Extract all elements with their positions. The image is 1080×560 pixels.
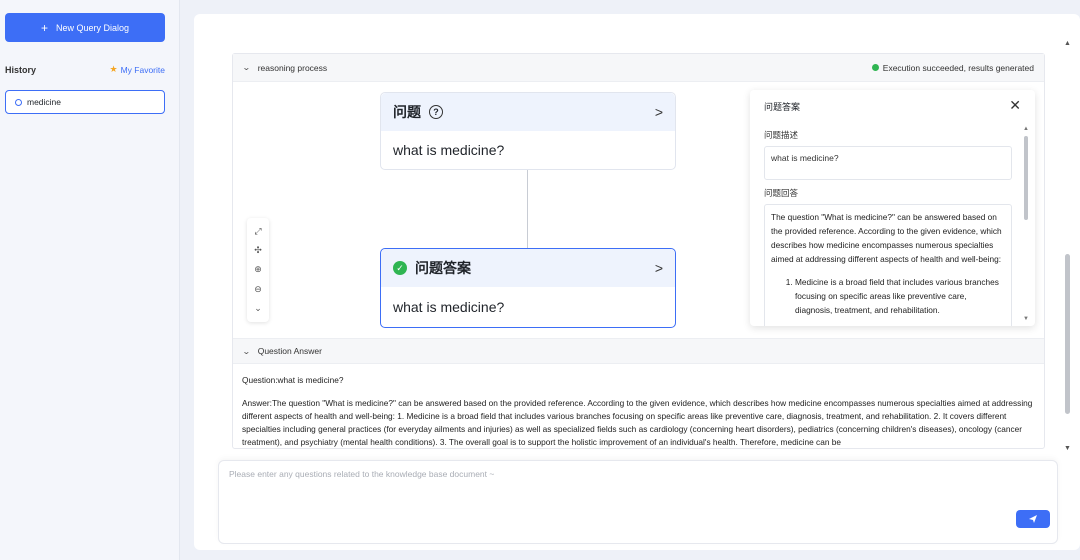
send-icon xyxy=(1029,515,1037,523)
sidebar: + New Query Dialog History ★ My Favorite… xyxy=(0,0,180,560)
question-node-title: 问题 xyxy=(393,104,421,120)
my-favorite-link[interactable]: ★ My Favorite xyxy=(110,64,165,75)
history-header: History ★ My Favorite xyxy=(5,64,165,75)
question-answer-body: Question:what is medicine? Answer:The qu… xyxy=(233,364,1044,448)
main-content: ⌄ reasoning process Execution succeeded,… xyxy=(194,14,1080,550)
chat-circle-icon xyxy=(15,98,22,106)
query-input-area xyxy=(218,460,1058,544)
answer-label: 问题回答 xyxy=(764,188,799,198)
question-mark-icon: ? xyxy=(429,105,443,119)
history-item-label: medicine xyxy=(27,97,62,107)
collapse-icon[interactable]: ⌄ xyxy=(254,303,262,313)
answer-node-title: 问题答案 xyxy=(415,260,471,276)
scroll-thumb[interactable] xyxy=(1024,136,1028,220)
chevron-down-icon[interactable]: ⌄ xyxy=(242,63,251,72)
new-query-dialog-button[interactable]: + New Query Dialog xyxy=(5,13,165,42)
scroll-thumb[interactable] xyxy=(1065,254,1070,414)
query-input[interactable] xyxy=(229,469,989,509)
question-answer-label: Question Answer xyxy=(257,346,322,356)
check-circle-icon: ✓ xyxy=(393,261,407,275)
answer-node[interactable]: ✓ 问题答案 > what is medicine? xyxy=(380,248,676,328)
scroll-down-icon[interactable]: ▼ xyxy=(1064,445,1071,452)
answer-text: Answer:The question "What is medicine?" … xyxy=(242,398,1033,447)
new-query-dialog-label: New Query Dialog xyxy=(55,22,130,33)
node-connector xyxy=(527,170,528,248)
history-title: History xyxy=(5,64,37,75)
detail-scrollbar[interactable]: ▲ ▼ xyxy=(1023,126,1029,322)
fit-screen-icon[interactable]: ⤢ xyxy=(254,227,261,236)
answer-node-text: what is medicine? xyxy=(393,299,505,315)
history-item-medicine[interactable]: medicine xyxy=(5,90,165,114)
scroll-up-icon[interactable]: ▲ xyxy=(1064,40,1071,47)
reasoning-graph-canvas[interactable]: 问题 ? > what is medicine? ✓ 问题答案 > what i… xyxy=(233,82,1044,338)
chevron-right-icon[interactable]: > xyxy=(655,260,663,276)
question-answer-header[interactable]: ⌄ Question Answer xyxy=(233,338,1044,364)
close-icon[interactable]: ✕ xyxy=(1009,97,1021,114)
star-icon: ★ xyxy=(109,64,118,74)
question-line: Question:what is medicine? xyxy=(242,375,344,385)
execution-status: Execution succeeded, results generated xyxy=(871,62,1034,73)
center-icon[interactable]: ✣ xyxy=(254,246,262,255)
reasoning-process-label: reasoning process xyxy=(257,62,328,73)
main-scrollbar[interactable]: ▲ ▼ xyxy=(1064,40,1072,452)
send-button[interactable] xyxy=(1016,510,1050,528)
question-node-text: what is medicine? xyxy=(393,142,505,158)
result-panel: ⌄ reasoning process Execution succeeded,… xyxy=(232,53,1045,449)
zoom-in-icon[interactable]: ⊕ xyxy=(254,265,262,274)
chevron-down-icon[interactable]: ⌄ xyxy=(242,347,251,356)
chevron-right-icon[interactable]: > xyxy=(655,104,663,120)
reasoning-process-header[interactable]: ⌄ reasoning process Execution succeeded,… xyxy=(233,54,1044,82)
detail-panel-title: 问题答案 xyxy=(764,102,801,112)
scroll-down-icon[interactable]: ▼ xyxy=(1023,316,1029,322)
scroll-up-icon[interactable]: ▲ xyxy=(1023,126,1029,132)
zoom-out-icon[interactable]: ⊖ xyxy=(254,284,262,294)
execution-status-text: Execution succeeded, results generated xyxy=(882,62,1034,73)
answer-list-item: Medicine is a broad field that includes … xyxy=(795,275,1005,317)
question-node[interactable]: 问题 ? > what is medicine? xyxy=(380,92,676,170)
description-field[interactable]: what is medicine? xyxy=(764,146,1012,180)
my-favorite-label: My Favorite xyxy=(120,64,165,75)
success-dot-icon xyxy=(871,64,879,71)
detail-panel: 问题答案 ✕ 问题描述 what is medicine? 问题回答 The q… xyxy=(750,90,1035,326)
description-label: 问题描述 xyxy=(764,130,799,140)
answer-intro: The question "What is medicine?" can be … xyxy=(771,212,1002,264)
graph-toolbar: ⤢ ✣ ⊕ ⊖ ⌄ xyxy=(247,218,269,322)
answer-field[interactable]: The question "What is medicine?" can be … xyxy=(764,204,1012,326)
plus-icon: + xyxy=(40,20,48,35)
